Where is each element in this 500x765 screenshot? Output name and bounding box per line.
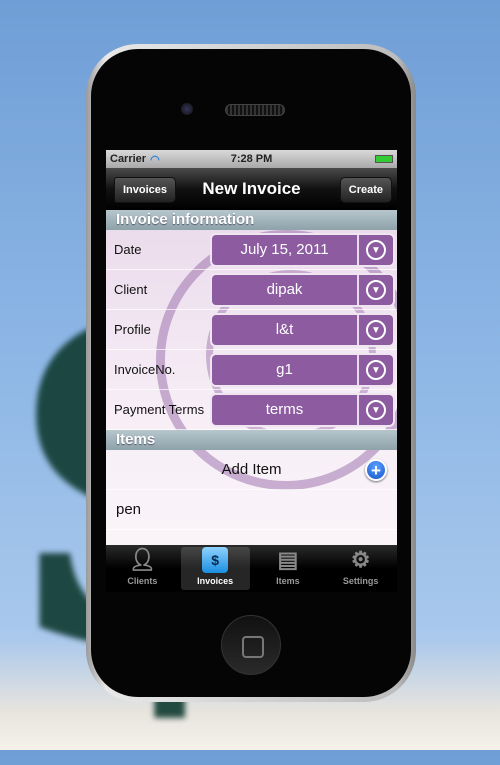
add-icon[interactable]: + [365,459,387,481]
field-selector[interactable]: dipak ▼ [210,273,395,307]
tab-label: Items [276,576,300,586]
dropdown-button[interactable]: ▼ [359,275,393,305]
dropdown-button[interactable]: ▼ [359,235,393,265]
screen: Carrier ◠ 7:28 PM Invoices New Invoice C… [106,150,397,592]
arrow-down-icon: ▼ [366,320,386,340]
field-selector[interactable]: July 15, 2011 ▼ [210,233,395,267]
list-item[interactable]: pen [106,490,397,530]
dropdown-button[interactable]: ▼ [359,395,393,425]
status-bar: Carrier ◠ 7:28 PM [106,150,397,168]
field-value: terms [212,395,359,425]
home-button[interactable] [221,615,281,675]
field-row: Payment Terms terms ▼ [106,390,397,430]
field-label: Date [114,242,142,257]
field-selector[interactable]: terms ▼ [210,393,395,427]
invoice-icon: $ [202,547,229,573]
back-button[interactable]: Invoices [114,177,177,203]
arrow-down-icon: ▼ [366,360,386,380]
field-value: l&t [212,315,359,345]
field-label: Profile [114,322,151,337]
add-item-row[interactable]: Add Item + [106,450,397,490]
field-row: Client dipak ▼ [106,270,397,310]
gear-icon: ⚙ [350,547,371,572]
tab-invoices[interactable]: $ Invoices [180,547,250,590]
field-row: Profile l&t ▼ [106,310,397,350]
tab-settings[interactable]: ⚙ Settings [326,547,395,590]
page-title: New Invoice [202,179,301,198]
database-icon: ▤ [277,547,299,572]
field-value: July 15, 2011 [212,235,359,265]
field-label: InvoiceNo. [114,362,176,377]
field-label: Client [114,282,148,297]
camera [181,103,193,115]
section-header-info: Invoice information [106,210,397,230]
field-row: InvoiceNo. g1 ▼ [106,350,397,390]
dropdown-button[interactable]: ▼ [359,315,393,345]
nav-bar: Invoices New Invoice Create [106,168,397,210]
battery-icon [375,155,393,163]
clock: 7:28 PM [230,153,273,165]
item-label: pen [116,501,142,518]
field-value: g1 [212,355,359,385]
section-header-items: Items [106,430,397,450]
person-icon: 👤︎ [128,547,157,572]
tab-items[interactable]: ▤ Items [254,547,323,590]
arrow-down-icon: ▼ [366,280,386,300]
speaker [225,104,285,116]
arrow-down-icon: ▼ [366,400,386,420]
tab-label: Invoices [197,576,234,586]
field-selector[interactable]: g1 ▼ [210,353,395,387]
field-label: Payment Terms [114,402,205,417]
field-row: Date July 15, 2011 ▼ [106,230,397,270]
dropdown-button[interactable]: ▼ [359,355,393,385]
create-button[interactable]: Create [339,177,392,203]
tab-label: Clients [127,576,158,586]
field-value: dipak [212,275,359,305]
add-item-label: Add Item [221,461,282,478]
tab-bar: 👤︎ Clients $ Invoices ▤ Items ⚙ Settings [106,545,397,592]
tab-label: Settings [342,576,379,586]
tab-clients[interactable]: 👤︎ Clients [108,547,177,590]
field-selector[interactable]: l&t ▼ [210,313,395,347]
arrow-down-icon: ▼ [366,240,386,260]
